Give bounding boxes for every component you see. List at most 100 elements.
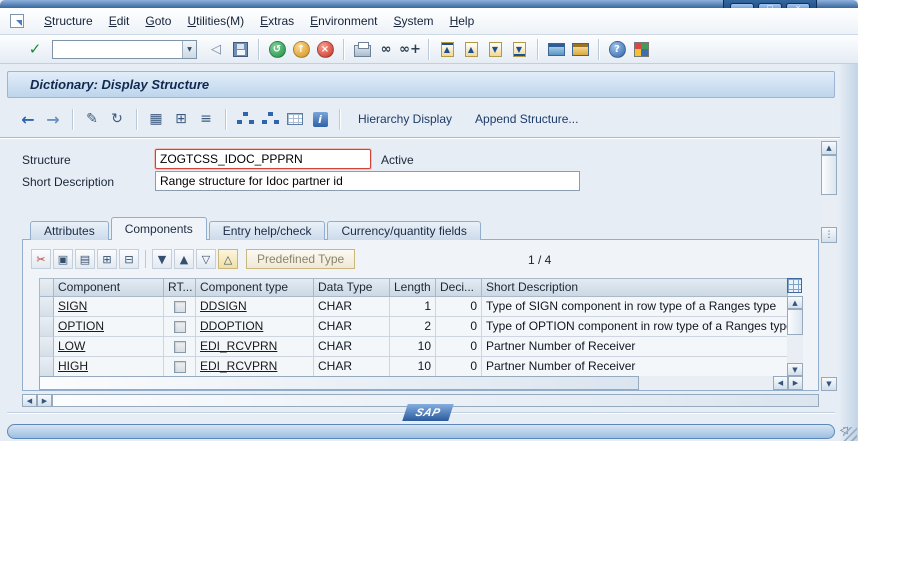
menu-item-utilities[interactable]: Utilities(M) — [179, 11, 252, 31]
length-cell[interactable]: 10 — [390, 337, 436, 357]
row-type-checkbox[interactable] — [173, 340, 186, 353]
decimals-cell[interactable]: 0 — [436, 297, 482, 317]
hierarchy-button[interactable] — [234, 108, 256, 130]
decimals-cell[interactable]: 0 — [436, 337, 482, 357]
scrollbar-thumb[interactable] — [821, 155, 837, 195]
command-input[interactable] — [53, 40, 182, 58]
new-session-button[interactable] — [545, 38, 567, 60]
table-scroll-right-button[interactable]: ▶ — [788, 376, 803, 390]
customize-layout-button[interactable] — [630, 38, 652, 60]
technical-info-button[interactable]: i — [309, 108, 331, 130]
menu-item-environment[interactable]: Environment — [302, 11, 385, 31]
short-description-field[interactable]: Range structure for Idoc partner id — [155, 171, 580, 191]
find-next-button[interactable]: ∞+ — [399, 38, 421, 60]
scroll-down-button[interactable]: ▼ — [821, 377, 837, 391]
short-description-cell[interactable]: Partner Number of Receiver — [482, 337, 788, 357]
component-type-value[interactable]: EDI_RCVPRN — [200, 359, 277, 373]
structure-tree-button[interactable] — [259, 108, 281, 130]
col-header-rt[interactable]: RT... — [164, 279, 196, 297]
short-description-cell[interactable]: Partner Number of Receiver — [482, 357, 788, 377]
previous-page-button[interactable]: ▲ — [460, 38, 482, 60]
back-button[interactable]: ↺ — [266, 38, 288, 60]
menu-item-goto[interactable]: Goto — [137, 11, 179, 31]
main-scroll-left-button[interactable]: ◀ — [22, 394, 37, 407]
component-value[interactable]: SIGN — [58, 299, 87, 313]
menu-item-help[interactable]: Help — [442, 11, 483, 31]
length-cell[interactable]: 2 — [390, 317, 436, 337]
create-shortcut-button[interactable] — [569, 38, 591, 60]
back-triangle-button[interactable]: ◁ — [205, 38, 227, 60]
display-change-button[interactable]: ✎ — [81, 108, 103, 130]
help-button[interactable]: ? — [606, 38, 628, 60]
decimals-cell[interactable]: 0 — [436, 317, 482, 337]
append-structure-button[interactable]: Append Structure... — [465, 110, 588, 128]
where-used-button[interactable]: ≡ — [195, 108, 217, 130]
menu-item-system[interactable]: System — [386, 11, 442, 31]
paste-button[interactable]: ▤ — [75, 249, 95, 269]
next-page-button[interactable]: ▼ — [484, 38, 506, 60]
system-menu-icon[interactable] — [10, 14, 24, 28]
first-page-button[interactable]: ▲ — [436, 38, 458, 60]
predefined-type-button[interactable]: Predefined Type — [246, 249, 356, 269]
find-button[interactable]: ∞ — [375, 38, 397, 60]
row-type-checkbox[interactable] — [173, 320, 186, 333]
scroll-up-button[interactable]: ▲ — [821, 141, 837, 155]
data-type-cell[interactable]: CHAR — [314, 297, 390, 317]
structure-field[interactable]: ZOGTCSS_IDOC_PPPRN — [155, 149, 371, 169]
row-selector[interactable] — [40, 297, 54, 317]
table-horizontal-scrollbar[interactable]: ◀ ▶ — [39, 376, 803, 390]
enter-button[interactable]: ✓ — [24, 38, 46, 60]
cut-button[interactable]: ✂ — [31, 249, 51, 269]
table-view-button[interactable] — [284, 108, 306, 130]
tab-attributes[interactable]: Attributes — [30, 221, 109, 240]
table-vertical-scrollbar[interactable]: ▲ ▼ — [787, 296, 803, 376]
command-dropdown-button[interactable]: ▼ — [182, 40, 196, 58]
col-header-component[interactable]: Component — [54, 279, 164, 297]
menu-item-edit[interactable]: Edit — [101, 11, 138, 31]
row-type-checkbox[interactable] — [173, 300, 186, 313]
component-type-value[interactable]: DDOPTION — [200, 319, 263, 333]
tab-components[interactable]: Components — [110, 217, 207, 240]
cancel-button[interactable]: × — [314, 38, 336, 60]
col-header-component-type[interactable]: Component type — [196, 279, 314, 297]
tab-currency-quantity-fields[interactable]: Currency/quantity fields — [327, 221, 481, 240]
select-all-header[interactable] — [40, 279, 54, 297]
print-button[interactable] — [351, 38, 373, 60]
short-description-cell[interactable]: Type of OPTION component in row type of … — [482, 317, 788, 337]
tab-entry-help-check[interactable]: Entry help/check — [208, 221, 326, 240]
decimals-cell[interactable]: 0 — [436, 357, 482, 377]
nav-back-button[interactable]: ← — [17, 108, 39, 130]
sort-descending-button[interactable]: ▼ — [152, 249, 172, 269]
col-header-decimals[interactable]: Deci... — [436, 279, 482, 297]
delete-row-button[interactable]: ⊟ — [119, 249, 139, 269]
table-scroll-left-button[interactable]: ◀ — [773, 376, 788, 390]
activate-button[interactable]: ⊞ — [170, 108, 192, 130]
filter-button[interactable]: ▽ — [196, 249, 216, 269]
component-value[interactable]: HIGH — [58, 359, 88, 373]
table-settings-icon[interactable] — [787, 278, 802, 293]
row-selector[interactable] — [40, 337, 54, 357]
nav-forward-button[interactable]: → — [42, 108, 64, 130]
data-type-cell[interactable]: CHAR — [314, 317, 390, 337]
save-button[interactable] — [229, 38, 251, 60]
component-value[interactable]: LOW — [58, 339, 85, 353]
table-hscrollbar-thumb[interactable] — [39, 376, 639, 390]
insert-row-button[interactable]: ⊞ — [97, 249, 117, 269]
col-header-short-description[interactable]: Short Description — [482, 279, 788, 297]
row-type-checkbox[interactable] — [173, 360, 186, 373]
length-cell[interactable]: 1 — [390, 297, 436, 317]
length-cell[interactable]: 10 — [390, 357, 436, 377]
table-scroll-down-button[interactable]: ▼ — [787, 363, 803, 376]
sort-ascending-button[interactable]: ▲ — [174, 249, 194, 269]
exit-button[interactable]: ↑ — [290, 38, 312, 60]
component-type-value[interactable]: DDSIGN — [200, 299, 247, 313]
data-type-cell[interactable]: CHAR — [314, 337, 390, 357]
resize-grip[interactable] — [843, 427, 857, 441]
check-structure-button[interactable]: ▦ — [145, 108, 167, 130]
table-scrollbar-thumb[interactable] — [787, 309, 803, 335]
main-scroll-right-button[interactable]: ▶ — [37, 394, 52, 407]
last-page-button[interactable]: ▼ — [508, 38, 530, 60]
short-description-cell[interactable]: Type of SIGN component in row type of a … — [482, 297, 788, 317]
menu-item-structure[interactable]: Structure — [36, 11, 101, 31]
menu-item-extras[interactable]: Extras — [252, 11, 302, 31]
